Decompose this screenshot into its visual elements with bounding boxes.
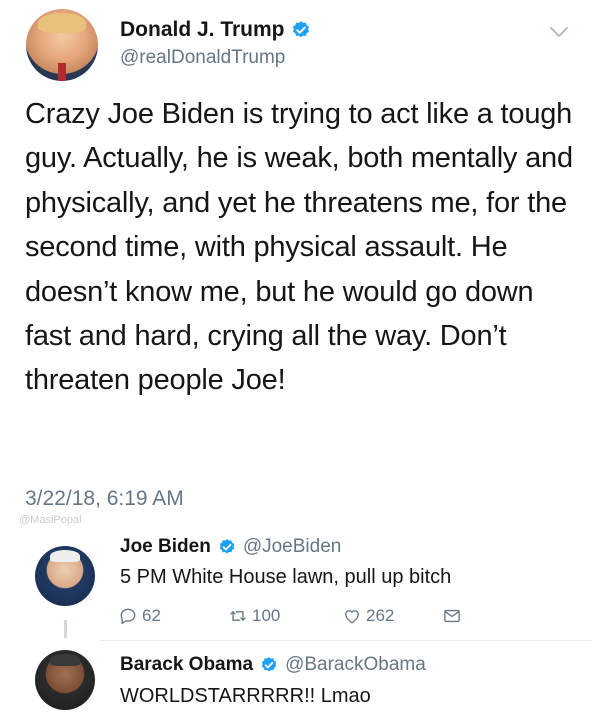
- reply-handle[interactable]: @BarackObama: [285, 654, 426, 676]
- thread-connector: [64, 620, 67, 638]
- tweet-text: Crazy Joe Biden is trying to act like a …: [25, 98, 573, 397]
- verified-badge-icon: [219, 539, 235, 554]
- like-button[interactable]: 262: [342, 606, 442, 626]
- reply-handle[interactable]: @JoeBiden: [243, 536, 342, 558]
- direct-message-icon: [444, 609, 460, 623]
- like-icon: [345, 610, 359, 624]
- retweet-button[interactable]: 100: [228, 606, 342, 626]
- reply-author: Joe Biden @JoeBiden: [120, 536, 341, 558]
- watermark: @MasiPopal: [19, 514, 82, 526]
- tweet-actions: 62 100 262: [118, 606, 466, 626]
- reply-tweet[interactable]: Joe Biden @JoeBiden 5 PM White House law…: [0, 530, 592, 640]
- reply-author: Barack Obama @BarackObama: [120, 654, 426, 676]
- reply-text: WORLDSTARRRRR!! Lmao: [120, 685, 371, 707]
- author-handle[interactable]: @realDonaldTrump: [120, 47, 285, 69]
- reply-tweet[interactable]: Barack Obama @BarackObama WORLDSTARRRRR!…: [0, 640, 592, 720]
- retweet-icon: [230, 611, 246, 621]
- verified-badge-icon: [261, 657, 277, 672]
- reply-count: 62: [142, 606, 161, 625]
- avatar-trump[interactable]: [26, 9, 98, 81]
- verified-badge-icon: [292, 21, 309, 38]
- tweet-timestamp[interactable]: 3/22/18, 6:19 AM: [25, 487, 184, 511]
- reply-button[interactable]: 62: [118, 606, 228, 626]
- reply-text: 5 PM White House lawn, pull up bitch: [120, 566, 452, 588]
- reply-display-name[interactable]: Joe Biden: [120, 536, 211, 558]
- reply-display-name[interactable]: Barack Obama: [120, 654, 253, 676]
- direct-message-button[interactable]: [442, 606, 466, 626]
- reply-icon: [120, 608, 136, 625]
- display-name[interactable]: Donald J. Trump: [120, 18, 285, 42]
- retweet-count: 100: [252, 606, 281, 625]
- main-tweet: Donald J. Trump @realDonaldTrump Crazy J…: [0, 0, 592, 530]
- main-tweet-author: Donald J. Trump: [120, 18, 311, 42]
- like-count: 262: [366, 606, 395, 625]
- avatar-obama[interactable]: [35, 650, 95, 710]
- avatar-biden[interactable]: [35, 546, 95, 606]
- chevron-down-icon[interactable]: [548, 24, 570, 40]
